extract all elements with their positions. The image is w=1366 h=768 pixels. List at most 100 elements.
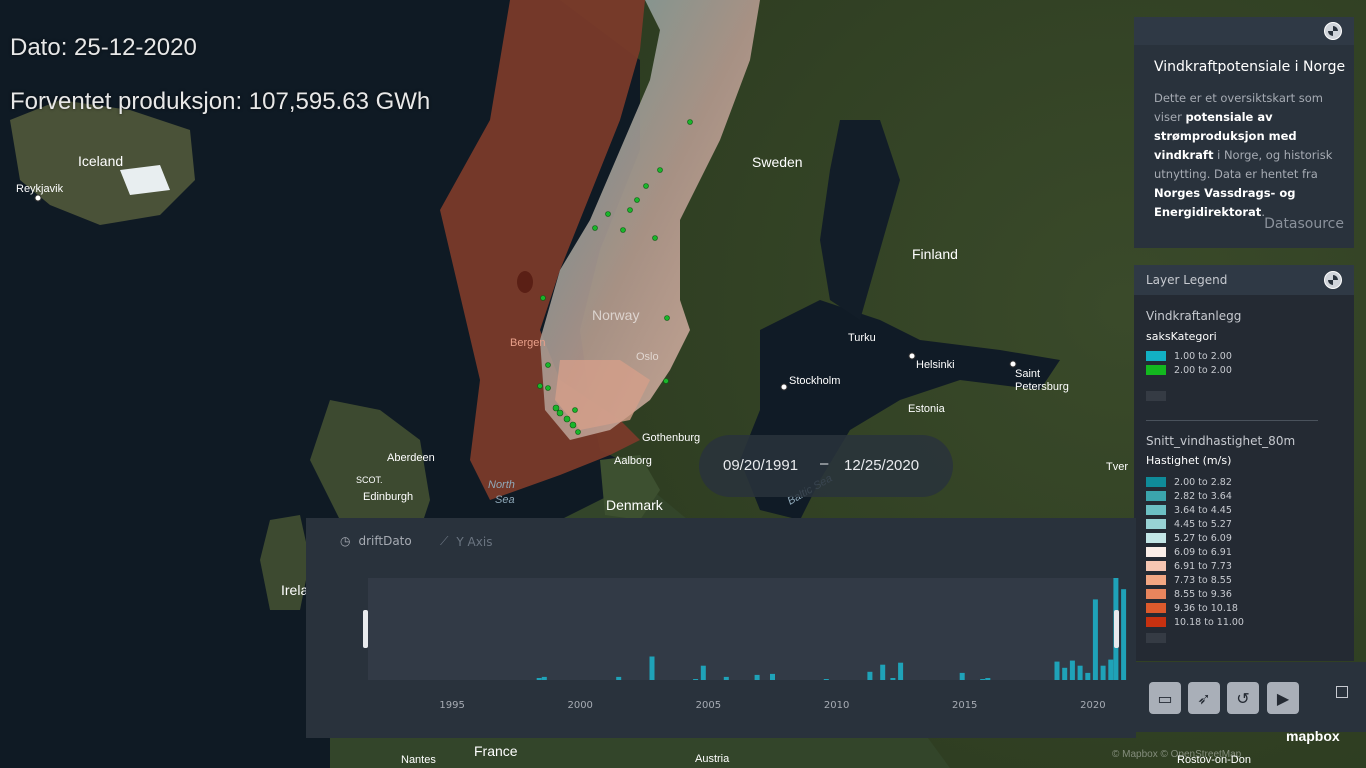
info-description: Dette er et oversiktskart som viser pote… xyxy=(1154,89,1334,222)
histogram-bar xyxy=(1077,665,1083,680)
map-label-estonia: Estonia xyxy=(908,403,946,415)
histogram-chart[interactable]: 1995 2000 2005 2010 2015 2020 xyxy=(306,518,1136,738)
legend-item-label: 1.00 to 2.00 xyxy=(1174,350,1232,362)
range-handle-right[interactable] xyxy=(1114,610,1119,648)
legend-item: 5.27 to 6.09 xyxy=(1146,532,1232,544)
histogram-bar xyxy=(536,678,542,680)
window-icon: ▭ xyxy=(1157,688,1173,708)
legend-item-label: 2.00 to 2.00 xyxy=(1174,364,1232,376)
legend-layer-name: Snitt_vindhastighet_80m xyxy=(1146,434,1296,448)
map-label-stockholm: Stockholm xyxy=(789,375,840,387)
x-tick-label: 2010 xyxy=(824,700,849,711)
histogram-bar xyxy=(700,665,706,680)
production-display: Forventet produksjon: 107,595.63 GWh xyxy=(10,88,431,115)
map-label-north: North xyxy=(488,479,515,491)
legend-panel: Layer Legend Vindkraftanlegg saksKategor… xyxy=(1134,265,1354,661)
histogram-bar xyxy=(1085,672,1091,680)
collapse-icon[interactable] xyxy=(1324,22,1342,40)
legend-item-label: 4.45 to 5.27 xyxy=(1174,518,1232,530)
date-range-end: 12/25/2020 xyxy=(844,457,920,474)
x-tick-label: 2020 xyxy=(1080,700,1105,711)
legend-swatch xyxy=(1146,505,1166,515)
legend-swatch xyxy=(1146,351,1166,361)
map-label-tver: Tver xyxy=(1106,461,1128,473)
playback-controls: ▭ ➶ ↺ ▶ xyxy=(1136,662,1366,732)
legend-swatch xyxy=(1146,617,1166,627)
legend-swatch-null xyxy=(1146,391,1166,401)
map-label-ireland: Irela xyxy=(281,582,308,598)
map-label-helsinki: Helsinki xyxy=(916,359,955,371)
map-label-iceland: Iceland xyxy=(78,153,123,169)
mapbox-logo[interactable]: mapbox xyxy=(1286,728,1340,744)
reset-button[interactable]: ↺ xyxy=(1227,682,1259,714)
legend-swatch xyxy=(1146,589,1166,599)
legend-item: 2.00 to 2.82 xyxy=(1146,476,1232,488)
histogram-bar xyxy=(1069,660,1075,680)
legend-swatch xyxy=(1146,603,1166,613)
map-label-nantes: Nantes xyxy=(401,754,436,766)
date-display: Dato: 25-12-2020 xyxy=(10,34,197,61)
map-label-scot: SCOT. xyxy=(356,475,383,485)
histogram-bar xyxy=(959,672,965,680)
map-label-saint: Saint xyxy=(1015,368,1040,380)
histogram-bar xyxy=(770,673,775,680)
legend-item: 9.36 to 10.18 xyxy=(1146,602,1238,614)
map-label-austria: Austria xyxy=(695,753,730,765)
legend-item: 2.00 to 2.00 xyxy=(1146,364,1232,376)
map-attribution[interactable]: © Mapbox © OpenStreetMap xyxy=(1112,749,1241,760)
legend-swatch xyxy=(1146,547,1166,557)
legend-item-label: 2.00 to 2.82 xyxy=(1174,476,1232,488)
histogram-bar xyxy=(616,676,622,680)
legend-item: 3.64 to 4.45 xyxy=(1146,504,1232,516)
map-label-finland: Finland xyxy=(912,246,958,262)
legend-item xyxy=(1146,390,1174,402)
legend-item: 6.91 to 7.73 xyxy=(1146,560,1232,572)
histogram-bar xyxy=(541,676,547,680)
legend-swatch-null xyxy=(1146,633,1166,643)
histogram-bar xyxy=(1121,589,1127,680)
histogram-bar xyxy=(723,676,729,680)
histogram-bar xyxy=(880,664,886,680)
legend-swatch xyxy=(1146,561,1166,571)
legend-title: Layer Legend xyxy=(1146,273,1228,287)
range-handle-left[interactable] xyxy=(363,610,368,648)
window-mode-button[interactable]: ▭ xyxy=(1149,682,1181,714)
legend-swatch xyxy=(1146,533,1166,543)
histogram-plot-area xyxy=(368,578,1118,680)
legend-item-label: 6.91 to 7.73 xyxy=(1174,560,1232,572)
histogram-bar xyxy=(754,674,760,680)
legend-item: 4.45 to 5.27 xyxy=(1146,518,1232,530)
histogram-bar xyxy=(890,678,896,680)
legend-item: 7.73 to 8.55 xyxy=(1146,574,1232,586)
map-label-sea: Sea xyxy=(495,494,515,506)
legend-swatch xyxy=(1146,491,1166,501)
time-filter-panel: ◷ driftDato ⟋ Y Axis 1995 2000 2005 2010 2015 2… xyxy=(306,518,1136,738)
x-tick-label: 1995 xyxy=(439,700,464,711)
datasource-link[interactable]: Datasource xyxy=(1264,216,1344,232)
legend-layer-name: Vindkraftanlegg xyxy=(1146,309,1242,323)
x-tick-label: 2000 xyxy=(567,700,592,711)
histogram-bar xyxy=(823,679,829,680)
play-button[interactable]: ▶ xyxy=(1267,682,1299,714)
legend-item-label: 8.55 to 9.36 xyxy=(1174,588,1232,600)
reset-icon: ↺ xyxy=(1236,688,1250,708)
speed-button[interactable]: ➶ xyxy=(1188,682,1220,714)
map-label-edinburgh: Edinburgh xyxy=(363,491,413,503)
legend-collapse-icon[interactable] xyxy=(1324,271,1342,289)
map-label-france: France xyxy=(474,743,518,759)
map-label-petersburg: Petersburg xyxy=(1015,381,1069,393)
rocket-icon: ➶ xyxy=(1197,688,1211,708)
info-title: Vindkraftpotensiale i Norge xyxy=(1154,59,1346,75)
fullscreen-icon[interactable] xyxy=(1336,686,1348,698)
legend-item: 6.09 to 6.91 xyxy=(1146,546,1232,558)
map-label-norway: Norway xyxy=(592,307,639,323)
map-label-aberdeen: Aberdeen xyxy=(387,452,435,464)
legend-item-label: 2.82 to 3.64 xyxy=(1174,490,1232,502)
histogram-bar xyxy=(1092,599,1098,680)
map-label-sweden: Sweden xyxy=(752,154,803,170)
legend-item: 8.55 to 9.36 xyxy=(1146,588,1232,600)
map-label-aalborg: Aalborg xyxy=(614,455,652,467)
map-label-denmark: Denmark xyxy=(606,497,664,513)
info-bold-2: Norges Vassdrags- og Energidirektorat xyxy=(1154,186,1296,219)
histogram-bar xyxy=(649,656,655,680)
